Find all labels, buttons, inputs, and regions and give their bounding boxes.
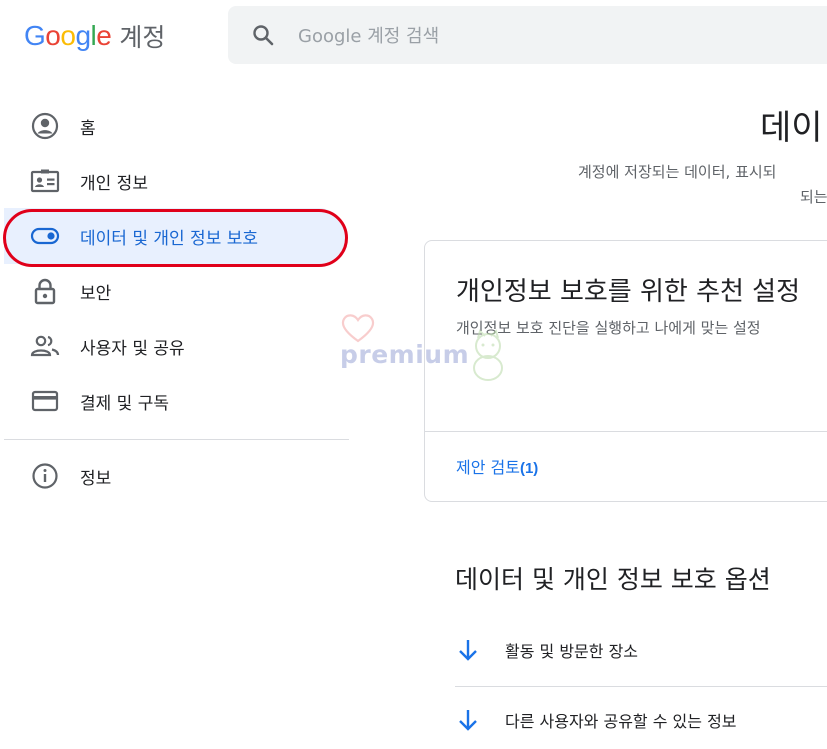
credit-card-icon xyxy=(30,386,60,416)
sidebar-item-label: 개인 정보 xyxy=(80,173,148,194)
logo-letter: o xyxy=(60,20,76,51)
link-label: 제안 검토 xyxy=(456,458,520,477)
id-card-icon xyxy=(30,166,60,196)
search-bar[interactable]: Google 계정 검색 xyxy=(228,6,827,64)
lucky-cat-icon xyxy=(473,329,503,381)
sidebar-item-payments[interactable]: 결제 및 구독 xyxy=(4,373,346,429)
arrow-down-icon xyxy=(455,637,481,663)
option-label: 활동 및 방문한 장소 xyxy=(505,642,639,661)
sidebar-item-label: 결제 및 구독 xyxy=(80,393,170,414)
account-circle-icon xyxy=(30,111,60,141)
sidebar-item-data-privacy[interactable]: 데이터 및 개인 정보 보호 xyxy=(4,208,346,264)
product-name: 계정 xyxy=(119,23,166,52)
search-input[interactable]: Google 계정 검색 xyxy=(298,22,439,48)
card-divider xyxy=(425,431,827,432)
premium-watermark: premium xyxy=(338,312,513,382)
sidebar-item-label: 보안 xyxy=(80,283,112,304)
sidebar-item-label: 정보 xyxy=(80,468,112,489)
info-icon xyxy=(30,461,60,491)
sidebar-divider xyxy=(4,439,349,440)
arrow-down-icon xyxy=(455,707,481,733)
sidebar-item-security[interactable]: 보안 xyxy=(4,263,346,319)
logo-letter: e xyxy=(96,20,112,51)
sidebar-item-personal-info[interactable]: 개인 정보 xyxy=(4,153,346,209)
google-account-logo[interactable]: Google 계정 xyxy=(24,18,165,54)
link-count: (1) xyxy=(519,460,539,477)
logo-letter: g xyxy=(75,20,91,51)
watermark-text: premium xyxy=(340,340,470,369)
option-shareable-info[interactable]: 다른 사용자와 공유할 수 있는 정보 xyxy=(455,700,827,740)
sidebar-item-label: 데이터 및 개인 정보 보호 xyxy=(80,228,259,249)
page-subtitle-cont: 되는 xyxy=(800,188,827,206)
sidebar-item-label: 사용자 및 공유 xyxy=(80,338,185,359)
lock-icon xyxy=(30,276,60,306)
toggle-icon xyxy=(30,221,60,251)
section-title: 데이터 및 개인 정보 보호 옵션 xyxy=(455,565,771,594)
option-activity-places[interactable]: 활동 및 방문한 장소 xyxy=(455,630,827,670)
card-title: 개인정보 보호를 위한 추천 설정 xyxy=(456,277,801,307)
option-label: 다른 사용자와 공유할 수 있는 정보 xyxy=(505,712,737,731)
search-icon[interactable] xyxy=(250,22,276,48)
sidebar-item-people-sharing[interactable]: 사용자 및 공유 xyxy=(4,318,346,374)
logo-letter: G xyxy=(24,20,46,51)
page-title: 데이 xyxy=(760,108,823,148)
option-divider xyxy=(455,686,827,687)
page-subtitle: 계정에 저장되는 데이터, 표시되 xyxy=(578,163,777,181)
sidebar-item-label: 홈 xyxy=(80,118,96,139)
people-icon xyxy=(30,331,60,361)
review-suggestions-link[interactable]: 제안 검토(1) xyxy=(456,454,538,478)
sidebar-item-about[interactable]: 정보 xyxy=(4,448,346,504)
google-wordmark: Google xyxy=(24,20,112,52)
sidebar-item-home[interactable]: 홈 xyxy=(4,98,346,154)
logo-letter: o xyxy=(45,20,61,51)
